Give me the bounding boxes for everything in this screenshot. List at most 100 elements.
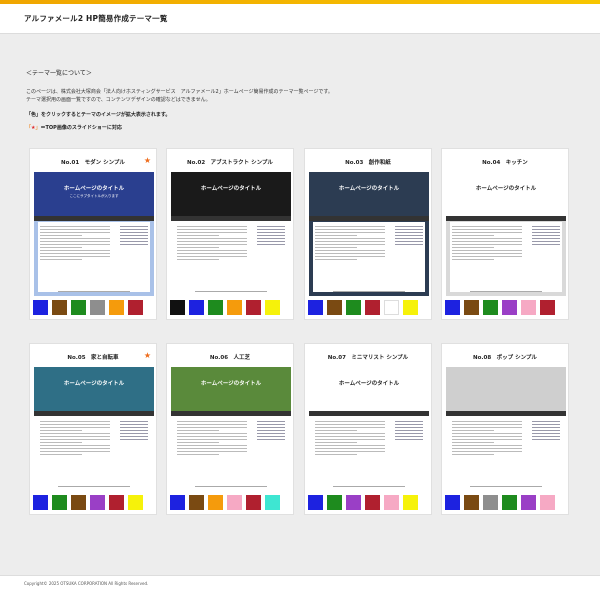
theme-thumbnail[interactable]: ホームページのタイトル (34, 367, 154, 491)
color-swatch-button[interactable] (521, 495, 536, 510)
sidebar-line (395, 229, 423, 230)
theme-title: No.08 ポップ シンプル (473, 355, 537, 361)
color-swatch-button[interactable] (483, 495, 498, 510)
theme-thumbnail[interactable] (446, 367, 566, 491)
color-swatch-button[interactable] (90, 495, 105, 510)
color-swatch-button[interactable] (170, 495, 185, 510)
sidebar-line (120, 241, 148, 242)
text-line (315, 241, 385, 242)
text-line (315, 235, 357, 236)
theme-thumbnail[interactable]: ホームページのタイトル (309, 367, 429, 491)
sidebar-line (120, 424, 148, 425)
text-line (315, 226, 385, 227)
sidebar-line (395, 235, 423, 236)
color-swatch-button[interactable] (384, 300, 399, 315)
text-line (452, 445, 522, 446)
color-swatch-button[interactable] (308, 300, 323, 315)
text-line (315, 424, 385, 425)
theme-thumbnail[interactable]: ホームページのタイトル (309, 172, 429, 296)
text-line (452, 454, 494, 455)
thumbnail-sidebar (532, 226, 560, 247)
color-swatch-button[interactable] (128, 495, 143, 510)
text-line (452, 229, 522, 230)
color-swatch-button[interactable] (246, 300, 261, 315)
color-swatch-button[interactable] (189, 495, 204, 510)
copyright-text: Copyright© 2025 OTSUKA CORPORATION All R… (24, 581, 149, 586)
theme-card: No.07 ミニマリスト シンプル ホームページのタイトル (304, 343, 432, 515)
sidebar-line (257, 235, 285, 236)
color-swatch-button[interactable] (327, 495, 342, 510)
thumbnail-nav-bar (171, 216, 291, 221)
color-swatch-button[interactable] (464, 495, 479, 510)
color-swatch-button[interactable] (502, 300, 517, 315)
theme-thumbnail[interactable]: ホームページのタイトル (171, 172, 291, 296)
color-swatch-button[interactable] (365, 300, 380, 315)
theme-thumbnail[interactable]: ホームページのタイトル ここにサブタイトルが入ります (34, 172, 154, 296)
sidebar-line (120, 229, 148, 230)
color-swatch-button[interactable] (308, 495, 323, 510)
color-swatch-button[interactable] (71, 495, 86, 510)
color-swatch-button[interactable] (327, 300, 342, 315)
color-swatch-button[interactable] (33, 300, 48, 315)
thumbnail-body-text (315, 226, 385, 262)
color-swatches (308, 300, 418, 315)
color-swatch-button[interactable] (227, 495, 242, 510)
text-line (40, 454, 82, 455)
color-swatch-button[interactable] (90, 300, 105, 315)
color-swatch-button[interactable] (384, 495, 399, 510)
color-swatch-button[interactable] (109, 300, 124, 315)
text-line (40, 244, 110, 245)
color-swatch-button[interactable] (502, 495, 517, 510)
color-swatch-button[interactable] (33, 495, 48, 510)
color-swatch-button[interactable] (71, 300, 86, 315)
color-swatch-button[interactable] (445, 495, 460, 510)
sidebar-line (120, 421, 148, 422)
color-swatch-button[interactable] (521, 300, 536, 315)
color-swatch-button[interactable] (265, 300, 280, 315)
theme-thumbnail[interactable]: ホームページのタイトル (171, 367, 291, 491)
color-swatch-button[interactable] (128, 300, 143, 315)
text-line (315, 451, 385, 452)
color-swatch-button[interactable] (540, 300, 555, 315)
color-swatch-button[interactable] (403, 495, 418, 510)
color-swatch-button[interactable] (365, 495, 380, 510)
text-line (40, 238, 110, 239)
color-swatch-button[interactable] (227, 300, 242, 315)
sidebar-line (532, 244, 560, 245)
color-swatch-button[interactable] (52, 495, 67, 510)
color-swatch-button[interactable] (208, 495, 223, 510)
text-line (315, 427, 385, 428)
color-swatch-button[interactable] (208, 300, 223, 315)
color-swatch-button[interactable] (403, 300, 418, 315)
color-swatches (445, 495, 555, 510)
color-swatch-button[interactable] (483, 300, 498, 315)
color-swatch-button[interactable] (540, 495, 555, 510)
thumbnail-nav-bar (446, 411, 566, 416)
color-swatch-button[interactable] (109, 495, 124, 510)
color-swatch-button[interactable] (346, 300, 361, 315)
sidebar-line (395, 232, 423, 233)
color-swatch-button[interactable] (189, 300, 204, 315)
color-swatches (170, 495, 280, 510)
color-swatch-button[interactable] (445, 300, 460, 315)
theme-thumbnail[interactable]: ホームページのタイトル (446, 172, 566, 296)
thumbnail-nav-bar (446, 216, 566, 221)
color-swatch-button[interactable] (464, 300, 479, 315)
thumbnail-body-text (177, 226, 247, 262)
text-line (452, 247, 494, 248)
color-swatch-button[interactable] (246, 495, 261, 510)
text-line (315, 259, 357, 260)
sidebar-line (532, 436, 560, 437)
text-line (452, 241, 522, 242)
color-swatch-button[interactable] (265, 495, 280, 510)
text-line (177, 229, 247, 230)
sidebar-line (257, 436, 285, 437)
page-header: アルファメール2 HP簡易作成テーマ一覧 (0, 4, 600, 34)
color-swatch-button[interactable] (346, 495, 361, 510)
color-swatch-button[interactable] (52, 300, 67, 315)
text-line (452, 256, 522, 257)
thumbnail-hero: ホームページのタイトル (171, 172, 291, 216)
sidebar-line (532, 238, 560, 239)
color-swatch-button[interactable] (170, 300, 185, 315)
thumbnail-footer-line (333, 291, 405, 292)
